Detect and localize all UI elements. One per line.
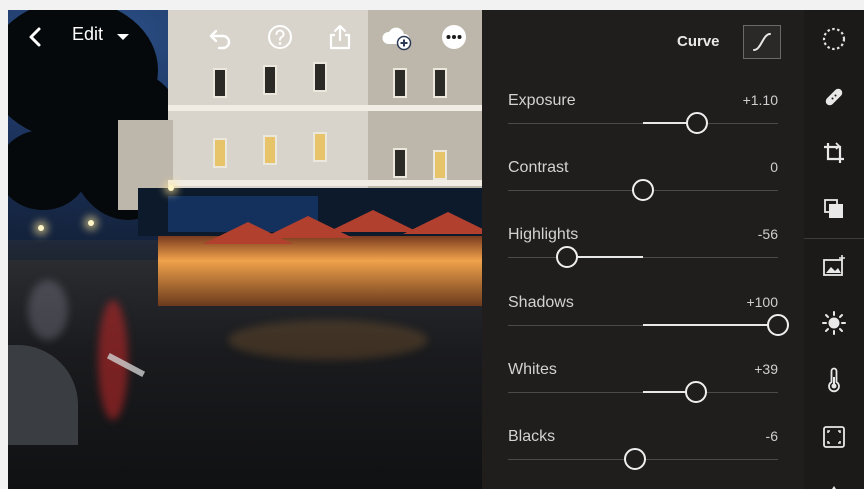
slider-thumb[interactable] <box>767 314 789 336</box>
whites-slider[interactable]: Whites +39 <box>508 361 778 421</box>
slider-label: Blacks <box>508 428 556 445</box>
photo-window <box>393 68 407 98</box>
slider-label: Contrast <box>508 159 569 176</box>
photo-window <box>313 62 327 92</box>
highlights-slider[interactable]: Highlights -56 <box>508 226 778 286</box>
back-chevron-icon[interactable] <box>22 23 50 51</box>
light-sun-icon[interactable] <box>821 310 847 336</box>
tool-rail <box>804 10 864 489</box>
photo-window <box>433 150 447 180</box>
slider-value: +39 <box>754 361 778 377</box>
slider-label: Whites <box>508 361 557 378</box>
exposure-slider[interactable]: Exposure +1.10 <box>508 92 778 152</box>
healing-brush-icon[interactable] <box>821 84 847 110</box>
photo-light <box>168 185 174 191</box>
photo-window <box>213 68 227 98</box>
photo-window <box>263 135 277 165</box>
curve-label[interactable]: Curve <box>677 33 720 50</box>
slider-label: Shadows <box>508 294 574 311</box>
contrast-slider[interactable]: Contrast 0 <box>508 159 778 219</box>
photo-window <box>313 132 327 162</box>
photo-cornice <box>168 180 482 186</box>
light-adjustments-panel: Curve Exposure +1.10 Contrast 0 Highligh… <box>482 10 804 489</box>
slider-label: Highlights <box>508 226 579 243</box>
vignette-effects-icon[interactable] <box>821 424 847 450</box>
cloud-add-icon[interactable] <box>380 23 414 51</box>
photo-umbrella <box>403 212 482 234</box>
photo-cornice <box>168 105 482 111</box>
blacks-slider[interactable]: Blacks -6 <box>508 428 778 488</box>
photo-reflection <box>228 320 428 360</box>
scroll-up-indicator-icon[interactable] <box>821 480 847 489</box>
top-toolbar: Edit <box>8 10 482 64</box>
slider-value: +1.10 <box>742 92 778 108</box>
slider-fill <box>643 324 778 326</box>
slider-value: +100 <box>746 294 778 310</box>
shadows-slider[interactable]: Shadows +100 <box>508 294 789 354</box>
photo-light <box>88 220 94 226</box>
slider-thumb[interactable] <box>686 112 708 134</box>
photo-window <box>263 65 277 95</box>
photo-cafe-terrace <box>158 236 482 306</box>
curve-icon <box>744 33 780 62</box>
crop-icon[interactable] <box>821 140 847 166</box>
slider-fill <box>567 256 643 258</box>
slider-track[interactable] <box>508 257 778 258</box>
slider-value: -56 <box>757 226 778 242</box>
slider-label: Exposure <box>508 92 576 109</box>
caret-down-icon[interactable] <box>115 24 143 52</box>
rail-divider <box>804 238 864 239</box>
more-options-icon[interactable] <box>440 23 468 51</box>
undo-icon[interactable] <box>206 23 234 51</box>
slider-thumb[interactable] <box>623 448 646 470</box>
photo-window <box>393 148 407 178</box>
photo-canvas[interactable] <box>8 10 482 489</box>
share-icon[interactable] <box>326 23 354 51</box>
presets-icon[interactable] <box>821 196 847 222</box>
photo-light <box>38 225 44 231</box>
selective-edit-icon[interactable] <box>821 26 847 52</box>
edit-mode-label[interactable]: Edit <box>72 24 103 45</box>
auto-enhance-icon[interactable] <box>821 253 847 279</box>
slider-value: -6 <box>765 428 778 444</box>
photo-window <box>213 138 227 168</box>
slider-thumb[interactable] <box>556 246 579 268</box>
help-icon[interactable] <box>266 23 294 51</box>
photo-reflection <box>28 280 68 340</box>
slider-thumb[interactable] <box>684 381 707 403</box>
curve-button[interactable] <box>743 25 781 59</box>
slider-thumb[interactable] <box>632 179 654 201</box>
lightroom-edit-screen: Edit Curve Exposure +1.10 Contrast 0 Hig… <box>0 0 864 489</box>
photo-window <box>433 68 447 98</box>
thermometer-icon[interactable] <box>821 367 847 393</box>
slider-value: 0 <box>770 159 778 175</box>
